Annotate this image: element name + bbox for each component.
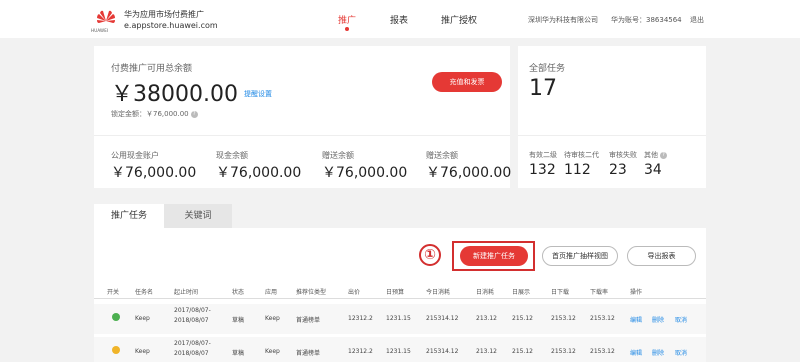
info-icon[interactable]: ? <box>190 110 198 118</box>
task-budget: 1231.15 <box>386 315 411 322</box>
task-downloads: 2153.12 <box>551 315 576 322</box>
brand-title: 华为应用市场付费推广 <box>124 10 204 19</box>
task-state: 草稿 <box>232 317 245 324</box>
logout-link[interactable]: 退出 <box>690 15 704 25</box>
locked-amount-text: 锁定金额：￥76,000.00 <box>111 110 189 118</box>
col-header[interactable]: 任务名 <box>135 287 153 296</box>
recharge-invoice-button[interactable]: 充值和发票 <box>432 72 502 92</box>
cancel-link[interactable]: 取消 <box>675 348 687 357</box>
date-end: 2018/08/07 <box>174 317 209 324</box>
task-name: Keep <box>135 315 150 322</box>
header-divider <box>94 298 706 299</box>
delete-link[interactable]: 删除 <box>652 348 664 357</box>
task-today: 215314.12 <box>426 348 459 355</box>
stat-label: 审核失败 <box>609 151 637 159</box>
date-start: 2017/08/07- <box>174 340 211 347</box>
task-daily-cost: 213.12 <box>476 315 497 322</box>
account-value: ￥76,000.00 <box>322 165 408 181</box>
nav-authorization[interactable]: 推广授权 <box>441 13 477 26</box>
delete-link[interactable]: 删除 <box>652 315 664 324</box>
stat-value[interactable]: 23 <box>609 162 627 178</box>
col-header: 操作 <box>630 289 643 296</box>
new-task-button[interactable]: 新建推广任务 <box>460 246 528 266</box>
account-label: 现金余额 <box>216 151 248 160</box>
task-bid: 12312.2 <box>348 348 373 355</box>
task-slot: 首通榜单 <box>296 350 321 357</box>
task-shows: 215.12 <box>512 348 533 355</box>
divider <box>94 135 510 136</box>
nav-active-indicator <box>345 27 349 31</box>
col-header[interactable]: 推荐位类型 <box>296 287 326 296</box>
col-header[interactable]: 日消耗 <box>476 287 494 296</box>
stat-value[interactable]: 112 <box>564 162 591 178</box>
task-budget: 1231.15 <box>386 348 411 355</box>
tasks-card: 全部任务 17 有效二级 132 待审核二代 112 审核失败 23 其他? 3… <box>518 46 706 188</box>
stat-value[interactable]: 132 <box>529 162 556 178</box>
account-label: 公用现金账户 <box>111 151 159 160</box>
edit-link[interactable]: 编辑 <box>630 315 642 324</box>
logo-text: HUAWEI <box>91 28 109 33</box>
sample-view-button[interactable]: 首页推广抽样视图 <box>542 246 618 266</box>
account-value: ￥76,000.00 <box>216 165 302 181</box>
stat-value[interactable]: 34 <box>644 162 662 178</box>
company-name: 深圳华为科技有限公司 <box>528 16 598 24</box>
tab-keywords[interactable]: 关键词 <box>164 204 232 228</box>
account-value: ￥76,000.00 <box>111 165 197 181</box>
task-rate: 2153.12 <box>590 348 615 355</box>
col-header[interactable]: 今日消耗 <box>426 287 450 296</box>
col-header[interactable]: 出价 <box>348 287 360 296</box>
account-label: 赠送余额 <box>322 151 354 160</box>
task-today: 215314.12 <box>426 315 459 322</box>
account-value: ￥76,000.00 <box>426 165 512 181</box>
col-header[interactable]: 日预算 <box>386 287 404 296</box>
edit-link[interactable]: 编辑 <box>630 348 642 357</box>
col-header[interactable]: 日展示 <box>512 287 530 296</box>
export-report-button[interactable]: 导出报表 <box>627 246 696 266</box>
col-header[interactable]: 状态 <box>232 287 244 296</box>
balance-card: 付费推广可用总余额 ￥38000.00 提醒设置 锁定金额：￥76,000.00… <box>94 46 512 188</box>
stat-label-other: 其他? <box>644 150 667 160</box>
stat-label: 有效二级 <box>529 151 557 159</box>
stat-label: 待审核二代 <box>564 151 599 159</box>
col-header[interactable]: 下载率 <box>590 287 608 296</box>
balance-amount: ￥38000.00 <box>111 82 238 107</box>
tasks-total: 17 <box>529 76 557 101</box>
task-shows: 215.12 <box>512 315 533 322</box>
cancel-link[interactable]: 取消 <box>675 315 687 324</box>
balance-title: 付费推广可用总余额 <box>111 64 193 74</box>
date-start: 2017/08/07- <box>174 307 211 314</box>
status-toggle-icon[interactable] <box>112 346 120 354</box>
locked-amount: 锁定金额：￥76,000.00? <box>111 109 198 119</box>
divider <box>518 135 706 136</box>
task-daily-cost: 213.12 <box>476 348 497 355</box>
col-header[interactable]: 日下载 <box>551 287 569 296</box>
task-downloads: 2153.12 <box>551 348 576 355</box>
task-slot: 首通榜单 <box>296 317 321 324</box>
annotation-marker: ① <box>419 244 441 266</box>
stat-label-other-text: 其他 <box>644 151 658 159</box>
col-header[interactable]: 开关 <box>107 287 119 296</box>
task-app: Keep <box>265 315 280 322</box>
col-header[interactable]: 起止时间 <box>174 287 198 296</box>
task-state: 草稿 <box>232 350 245 357</box>
tab-promotion-tasks[interactable]: 推广任务 <box>94 204 164 228</box>
info-icon[interactable]: ? <box>660 151 667 159</box>
reminder-settings-link[interactable]: 提醒设置 <box>244 89 272 99</box>
account-id: 华为账号：38634564 <box>611 16 682 24</box>
task-name: Keep <box>135 348 150 355</box>
nav-promotion[interactable]: 推广 <box>338 13 356 26</box>
tasks-title: 全部任务 <box>529 64 566 74</box>
col-header[interactable]: 应用 <box>265 287 277 296</box>
status-toggle-icon[interactable] <box>112 313 120 321</box>
task-bid: 12312.2 <box>348 315 373 322</box>
brand-url: e.appstore.huawei.com <box>124 21 218 30</box>
task-rate: 2153.12 <box>590 315 615 322</box>
task-app: Keep <box>265 348 280 355</box>
nav-reports[interactable]: 报表 <box>390 13 408 26</box>
date-end: 2018/08/07 <box>174 350 209 357</box>
account-label: 赠送余额 <box>426 151 458 160</box>
top-bar: HUAWEI 华为应用市场付费推广 e.appstore.huawei.com … <box>0 0 800 38</box>
